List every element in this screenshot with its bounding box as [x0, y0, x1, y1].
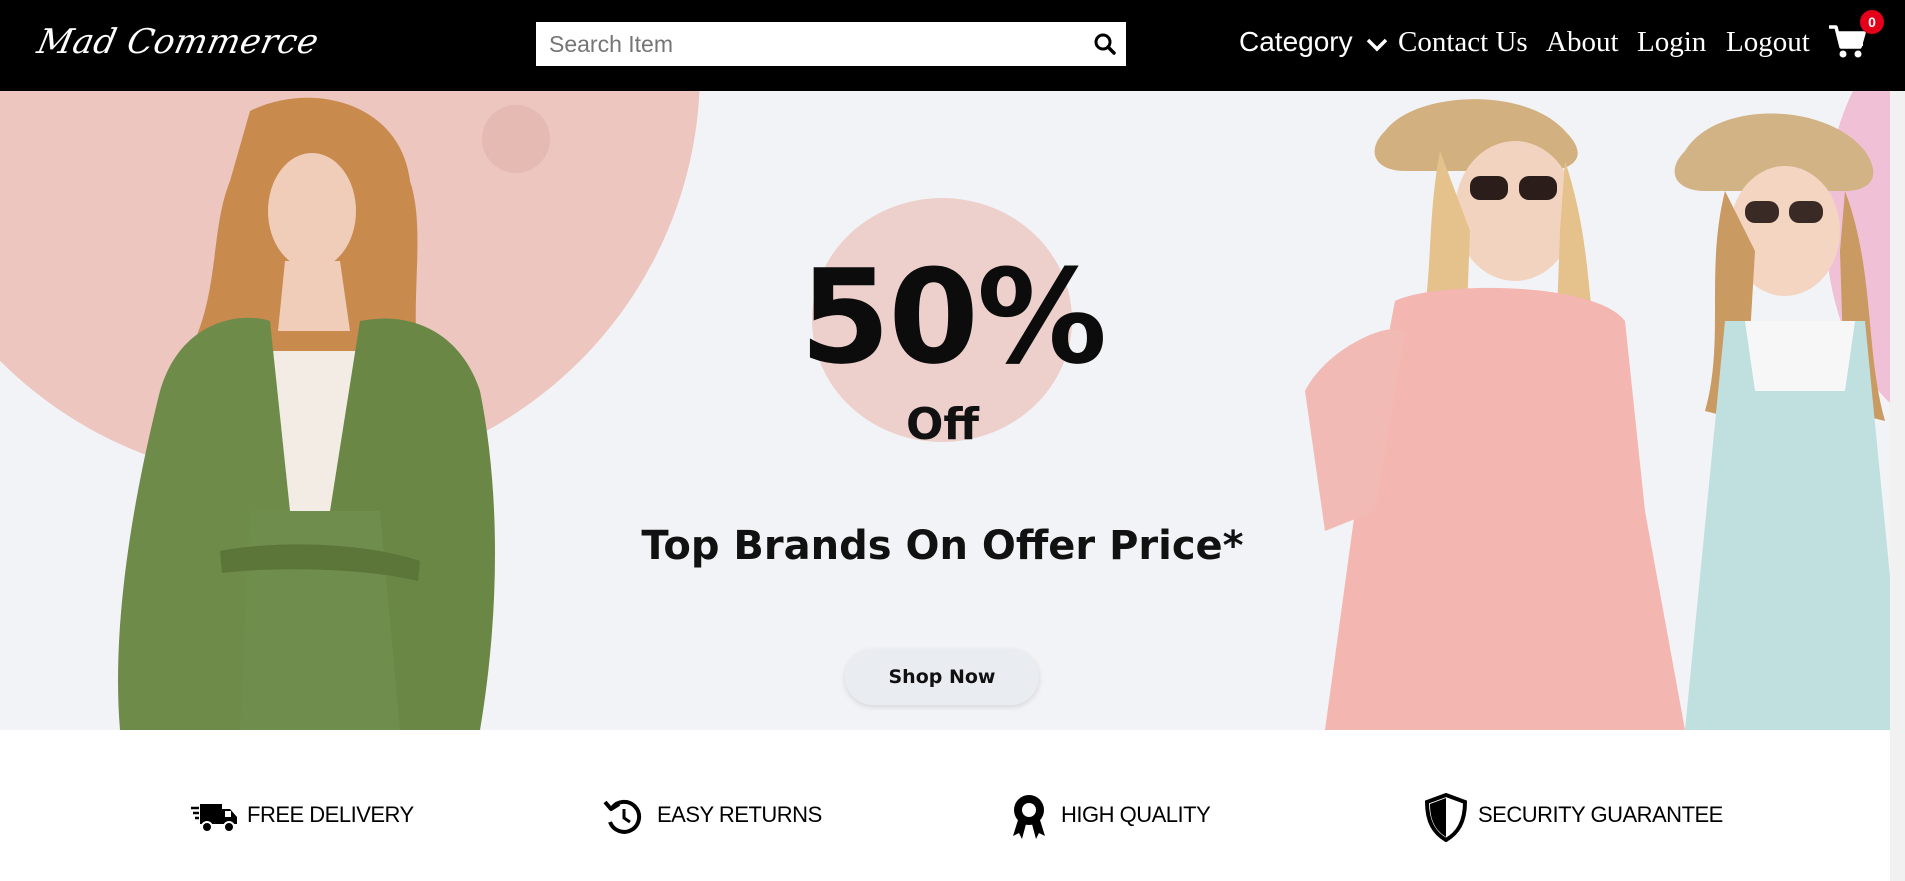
- features-strip: Free Delivery Easy Returns High Quality: [0, 730, 1905, 881]
- nav-category-dropdown[interactable]: Category: [1239, 26, 1388, 60]
- shield-icon: [1421, 792, 1471, 843]
- feature-label: High Quality: [1061, 802, 1211, 827]
- nav-contact-us[interactable]: Contact Us: [1398, 26, 1528, 59]
- hero-banner: 50% Off Top Brands On Offer Price* Shop …: [0, 91, 1905, 730]
- search-bar: [536, 22, 1126, 66]
- nav-category-label: Category: [1239, 26, 1353, 57]
- search-input[interactable]: [536, 22, 1076, 66]
- discount-percent: 50%: [799, 241, 1107, 393]
- feature-label: Easy Returns: [657, 802, 822, 827]
- chevron-down-icon: [1366, 28, 1388, 60]
- truck-icon: [190, 792, 240, 842]
- cart-icon[interactable]: [1828, 24, 1866, 60]
- nav-login[interactable]: Login: [1637, 26, 1706, 59]
- search-icon[interactable]: [1092, 31, 1118, 57]
- site-header: Mad Commerce Category Contact Us About L…: [0, 0, 1905, 91]
- return-icon: [600, 792, 650, 842]
- award-icon: [1004, 792, 1054, 842]
- site-logo[interactable]: Mad Commerce: [34, 22, 323, 62]
- feature-label: Security Guarantee: [1478, 802, 1723, 827]
- hero-tagline: Top Brands On Offer Price*: [641, 523, 1244, 569]
- feature-label: Free Delivery: [247, 802, 414, 827]
- shop-now-button[interactable]: Shop Now: [845, 649, 1039, 705]
- cart-count-badge: 0: [1860, 10, 1884, 34]
- discount-off-label: Off: [905, 399, 980, 450]
- page-scrollbar[interactable]: [1890, 91, 1905, 881]
- nav-logout[interactable]: Logout: [1726, 26, 1810, 59]
- nav-about[interactable]: About: [1546, 26, 1619, 59]
